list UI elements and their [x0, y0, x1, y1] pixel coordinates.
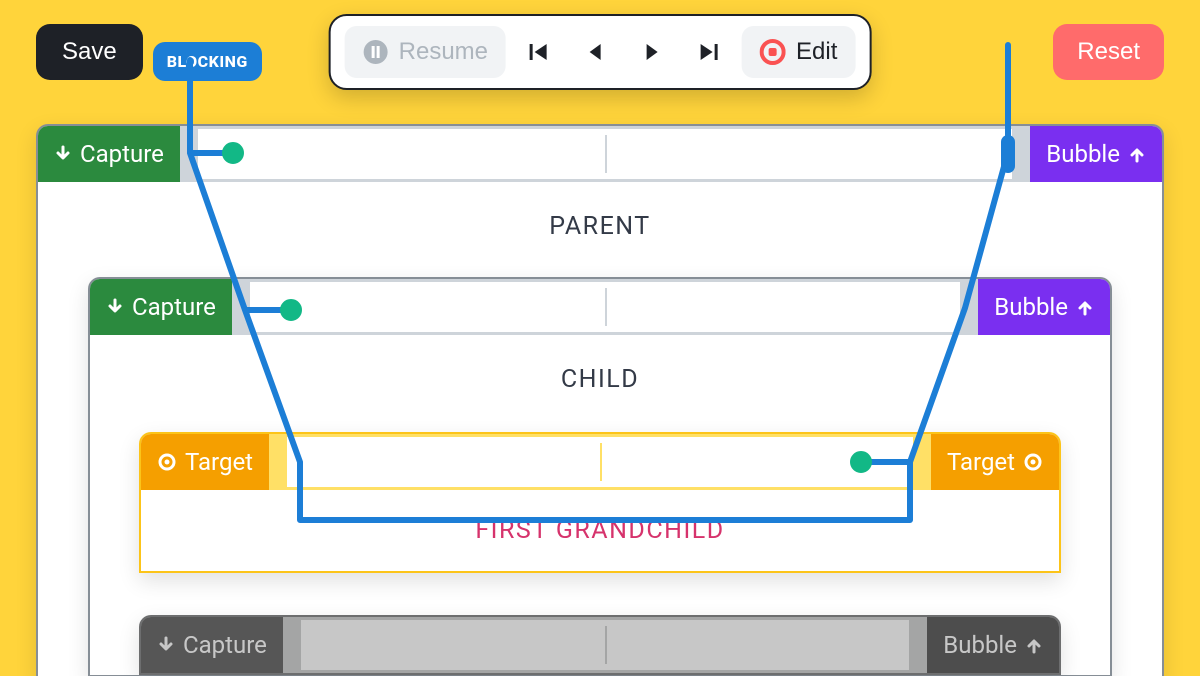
node-title-grandchild: FIRST GRANDCHILD	[141, 490, 1059, 571]
triangle-right-icon	[642, 42, 662, 62]
skip-back-icon	[528, 41, 550, 63]
triangle-left-icon	[586, 42, 606, 62]
arrow-down-icon	[157, 636, 175, 654]
skip-forward-icon	[698, 41, 720, 63]
node-second-grandchild[interactable]: Capture Bubble	[139, 615, 1061, 675]
arrow-down-icon	[106, 298, 124, 316]
resume-label: Resume	[399, 38, 488, 66]
capture-tab-parent[interactable]: Capture	[38, 126, 180, 182]
event-track-child[interactable]	[250, 279, 960, 335]
event-stage: Capture Bubble PARENT Capture	[36, 124, 1164, 676]
node-first-grandchild[interactable]: Target Target FIRST GRANDCHILD	[139, 432, 1061, 573]
target-icon	[1023, 452, 1043, 472]
track-gutter	[909, 617, 927, 673]
track-gutter	[960, 279, 978, 335]
step-forward-button[interactable]	[628, 32, 676, 72]
capture-tab-grandchild2[interactable]: Capture	[141, 617, 283, 673]
playback-controls: Resume Edit	[329, 14, 872, 90]
bubble-label: Bubble	[943, 631, 1017, 659]
track-gutter	[1012, 126, 1030, 182]
skip-back-button[interactable]	[514, 31, 564, 73]
bubble-label: Bubble	[1046, 140, 1120, 168]
track-gutter	[913, 434, 931, 490]
target-tab-right[interactable]: Target	[931, 434, 1059, 490]
arrow-down-icon	[54, 145, 72, 163]
target-tab-left[interactable]: Target	[141, 434, 269, 490]
stop-icon	[760, 39, 786, 65]
node-parent[interactable]: Capture Bubble PARENT Capture	[36, 124, 1164, 676]
edit-label: Edit	[796, 38, 837, 66]
skip-forward-button[interactable]	[684, 31, 734, 73]
path-dot	[222, 142, 244, 164]
node-child[interactable]: Capture Bubble CHILD	[88, 277, 1112, 676]
bubble-tab-parent[interactable]: Bubble	[1030, 126, 1162, 182]
track-gutter	[269, 434, 287, 490]
track-gutter	[232, 279, 250, 335]
arrow-up-icon	[1025, 636, 1043, 654]
event-track-grandchild2[interactable]	[301, 617, 909, 673]
edit-button[interactable]: Edit	[742, 26, 855, 78]
capture-label: Capture	[132, 293, 216, 321]
target-icon	[157, 452, 177, 472]
save-button[interactable]: Save	[36, 24, 143, 80]
blocking-badge: BLOCKING	[153, 42, 262, 81]
arrow-up-icon	[1128, 145, 1146, 163]
track-gutter	[283, 617, 301, 673]
resume-button[interactable]: Resume	[345, 26, 506, 78]
target-label: Target	[185, 448, 253, 476]
arrow-up-icon	[1076, 298, 1094, 316]
bubble-tab-child[interactable]: Bubble	[978, 279, 1110, 335]
node-title-child: CHILD	[90, 335, 1110, 412]
event-track-grandchild[interactable]	[287, 434, 913, 490]
capture-label: Capture	[183, 631, 267, 659]
bubble-tab-grandchild2[interactable]: Bubble	[927, 617, 1059, 673]
pause-icon	[363, 39, 389, 65]
bubble-label: Bubble	[994, 293, 1068, 321]
step-back-button[interactable]	[572, 32, 620, 72]
node-title-parent: PARENT	[38, 182, 1162, 259]
capture-label: Capture	[80, 140, 164, 168]
target-label: Target	[947, 448, 1015, 476]
track-gutter	[180, 126, 198, 182]
capture-tab-child[interactable]: Capture	[90, 279, 232, 335]
path-dot	[850, 451, 872, 473]
reset-button[interactable]: Reset	[1053, 24, 1164, 80]
event-track-parent[interactable]	[198, 126, 1012, 182]
path-dot	[280, 299, 302, 321]
